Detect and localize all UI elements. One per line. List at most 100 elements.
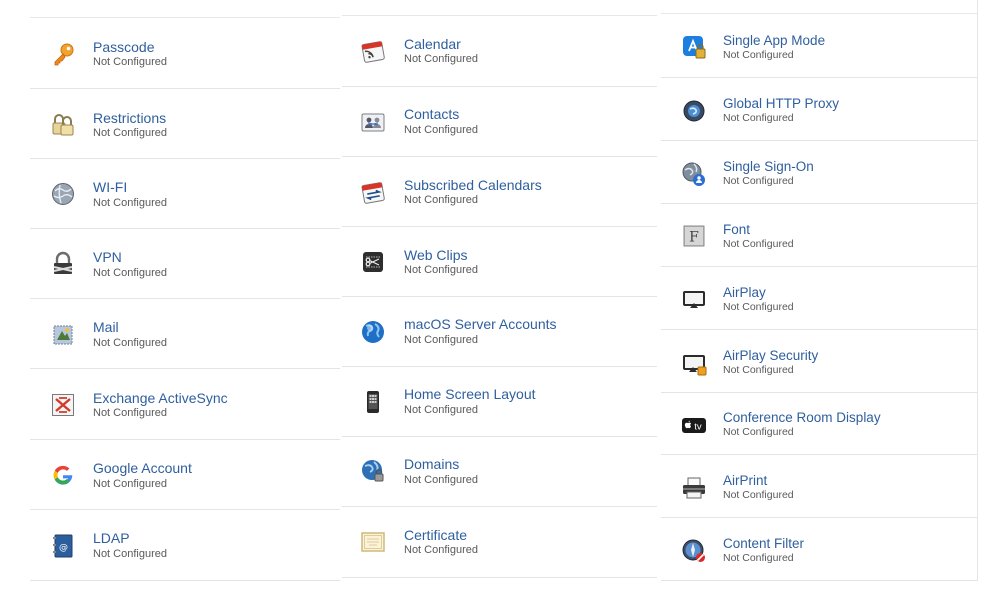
payload-status: Not Configured: [723, 112, 794, 124]
payload-item-content-filter[interactable]: Content Filter Not Configured: [661, 518, 977, 581]
proxy-globe-icon: [681, 98, 707, 124]
svg-text:F: F: [689, 230, 699, 246]
payload-label: AirPrint: [723, 473, 768, 488]
compass-filter-icon: [681, 538, 707, 564]
payload-label: Home Screen Layout: [404, 386, 536, 402]
payload-column-3: Single App Mode Not Configured Global HT…: [661, 0, 978, 581]
payload-status: Not Configured: [404, 53, 478, 65]
padlocks-icon: [50, 111, 76, 137]
payload-label: AirPlay: [723, 285, 766, 300]
payload-item-airplay[interactable]: AirPlay Not Configured: [661, 267, 977, 330]
calendar-rss-icon: [360, 38, 386, 64]
payload-item-exchange-activesync[interactable]: Exchange ActiveSync Not Configured: [30, 369, 340, 440]
payload-item-font[interactable]: F Font Not Configured: [661, 204, 977, 267]
payload-item-certificate[interactable]: Certificate Not Configured: [342, 507, 657, 578]
payload-status: Not Configured: [93, 407, 167, 419]
payload-status: Not Configured: [723, 489, 794, 501]
payload-label: Certificate: [404, 527, 468, 543]
phone-grid-icon: [360, 389, 386, 415]
payload-status: Not Configured: [93, 548, 167, 560]
svg-text:tv: tv: [694, 422, 702, 433]
payload-label: Conference Room Display: [723, 410, 881, 425]
payload-status: Not Configured: [723, 301, 794, 313]
payload-label: Calendar: [404, 36, 461, 52]
payload-item-conference-room-display[interactable]: tv Conference Room Display Not Configure…: [661, 393, 977, 455]
payload-item-restrictions[interactable]: Restrictions Not Configured: [30, 89, 340, 159]
payload-item-wifi[interactable]: WI-FI Not Configured: [30, 159, 340, 229]
address-book-icon: @: [50, 533, 76, 559]
payload-label: LDAP: [93, 530, 130, 546]
payload-item-home-screen-layout[interactable]: Home Screen Layout Not Configured: [342, 367, 657, 437]
globe-icon: [50, 181, 76, 207]
svg-text:@: @: [59, 543, 68, 553]
airplay-lock-icon: [681, 351, 707, 377]
contacts-cards-icon: [360, 109, 386, 135]
payload-item-passcode[interactable]: Passcode Not Configured: [30, 18, 340, 89]
payload-item-domains[interactable]: Domains Not Configured: [342, 437, 657, 507]
payload-label: AirPlay Security: [723, 348, 819, 363]
payload-item-airplay-security[interactable]: AirPlay Security Not Configured: [661, 330, 977, 393]
payload-label: Mail: [93, 319, 119, 335]
mail-stamp-icon: [50, 322, 76, 348]
payload-column-1: Passcode Not Configured Restrictions Not…: [30, 0, 340, 582]
payload-status: Not Configured: [404, 264, 478, 276]
payload-status: Not Configured: [723, 552, 794, 564]
payload-status: Not Configured: [723, 175, 794, 187]
google-g-icon: [50, 462, 76, 488]
payload-item-google-account[interactable]: Google Account Not Configured: [30, 440, 340, 510]
payload-label: Exchange ActiveSync: [93, 390, 228, 406]
payload-column-2: Calendar Not Configured Contacts Not Con…: [342, 0, 657, 578]
payload-item-web-clips[interactable]: Web Clips Not Configured: [342, 227, 657, 297]
payload-item-single-app-mode[interactable]: Single App Mode Not Configured: [661, 14, 977, 78]
payload-status: Not Configured: [404, 404, 478, 416]
payload-status: Not Configured: [723, 238, 794, 250]
payload-status: Not Configured: [723, 426, 794, 438]
key-icon: [50, 41, 76, 67]
payload-status: Not Configured: [404, 474, 478, 486]
payload-item-airprint[interactable]: AirPrint Not Configured: [661, 455, 977, 518]
payload-label: Passcode: [93, 39, 155, 55]
payload-status: Not Configured: [93, 267, 167, 279]
payload-item-global-http-proxy[interactable]: Global HTTP Proxy Not Configured: [661, 78, 977, 141]
payload-status: Not Configured: [93, 478, 167, 490]
globe-blue-icon: [360, 319, 386, 345]
payload-item-calendar[interactable]: Calendar Not Configured: [342, 16, 657, 87]
payload-label: Single Sign-On: [723, 159, 814, 174]
payload-item-single-sign-on[interactable]: Single Sign-On Not Configured: [661, 141, 977, 204]
apple-tv-icon: tv: [681, 412, 707, 438]
payload-item-vpn[interactable]: VPN Not Configured: [30, 229, 340, 299]
certificate-icon: [360, 529, 386, 555]
payload-item-macos-server-accounts[interactable]: macOS Server Accounts Not Configured: [342, 297, 657, 367]
payload-label: Contacts: [404, 106, 460, 122]
calendar-sync-icon: [360, 179, 386, 205]
payload-item-subscribed-calendars[interactable]: Subscribed Calendars Not Configured: [342, 157, 657, 227]
payload-status: Not Configured: [93, 56, 167, 68]
globe-person-icon: [681, 161, 707, 187]
payload-item-mail[interactable]: Mail Not Configured: [30, 299, 340, 369]
payload-label: WI-FI: [93, 179, 128, 195]
scissors-icon: [360, 249, 386, 275]
payload-status: Not Configured: [404, 124, 478, 136]
payload-status: Not Configured: [404, 334, 478, 346]
payload-label: Font: [723, 222, 751, 237]
airplay-icon: [681, 286, 707, 312]
payload-label: macOS Server Accounts: [404, 316, 557, 332]
payload-label: Google Account: [93, 460, 192, 476]
payload-status: Not Configured: [404, 544, 478, 556]
payload-label: Web Clips: [404, 247, 468, 263]
payload-status: Not Configured: [723, 49, 794, 61]
payload-label: Restrictions: [93, 110, 167, 126]
payload-label: VPN: [93, 249, 122, 265]
app-store-lock-icon: [681, 34, 707, 60]
payload-status: Not Configured: [93, 127, 167, 139]
payload-label: Global HTTP Proxy: [723, 96, 840, 111]
font-f-icon: F: [681, 223, 707, 249]
payload-status: Not Configured: [404, 194, 478, 206]
vpn-lock-icon: [50, 251, 76, 277]
payload-status: Not Configured: [723, 364, 794, 376]
payload-item-ldap[interactable]: @ LDAP Not Configured: [30, 510, 340, 581]
globe-lock-icon: [360, 458, 386, 484]
payload-item-contacts[interactable]: Contacts Not Configured: [342, 87, 657, 157]
payload-label: Subscribed Calendars: [404, 177, 542, 193]
payload-label: Domains: [404, 456, 460, 472]
